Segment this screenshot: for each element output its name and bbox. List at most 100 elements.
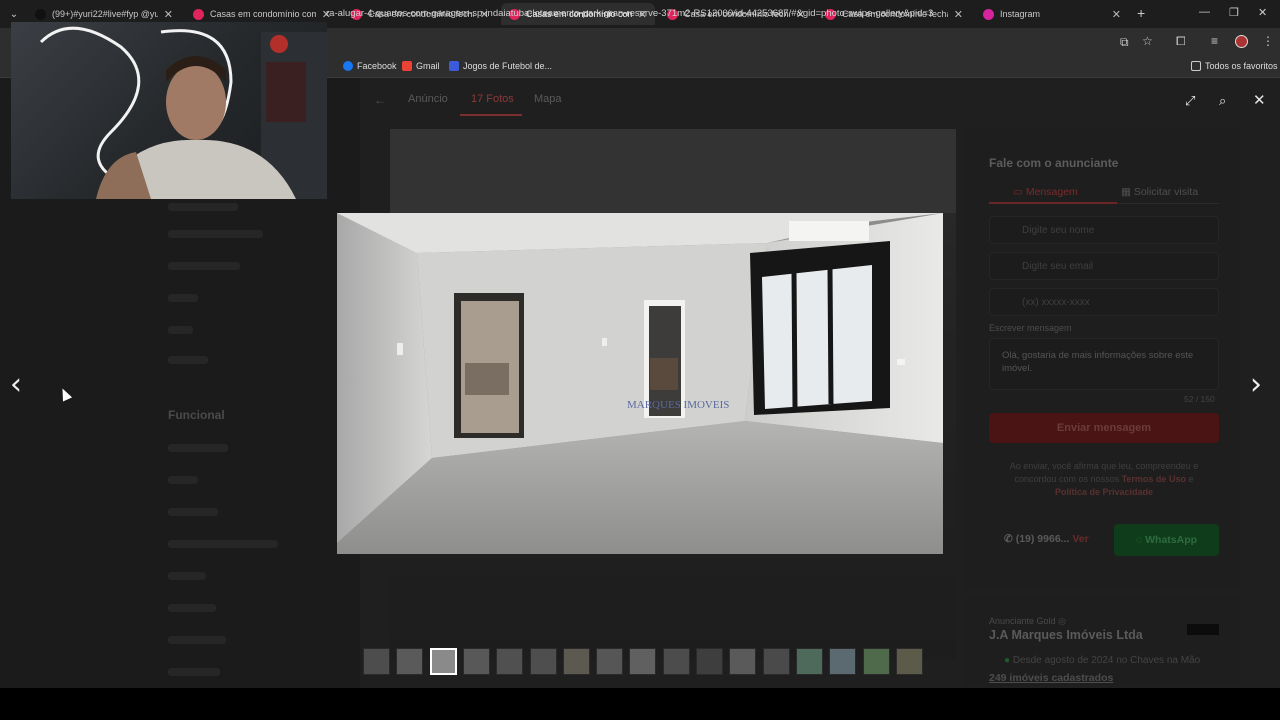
tab-solicitar-visita[interactable]: ▦ Solicitar visita bbox=[1121, 186, 1198, 198]
sidebar-row bbox=[168, 508, 218, 516]
advertiser-logo bbox=[1187, 624, 1219, 635]
char-counter: 52 / 150 bbox=[1184, 394, 1215, 404]
back-arrow-icon[interactable]: ← bbox=[374, 93, 386, 107]
gallery-thumbnail[interactable] bbox=[396, 648, 424, 675]
sidebar-row bbox=[168, 668, 220, 676]
privacy-link[interactable]: Política de Privacidade bbox=[1055, 487, 1153, 497]
message-textarea[interactable]: Olá, gostaria de mais informações sobre … bbox=[989, 338, 1219, 390]
since-text: Desde agosto de 2024 no Chaves na Mão bbox=[1012, 655, 1201, 666]
terms-link[interactable]: Termos de Uso bbox=[1122, 474, 1186, 484]
gallery-thumbnail[interactable] bbox=[729, 648, 757, 675]
gallery-thumbnail[interactable] bbox=[662, 648, 690, 675]
sidebar-row bbox=[168, 604, 216, 612]
gallery-thumbnail[interactable] bbox=[529, 648, 557, 675]
gallery-thumbnail[interactable] bbox=[562, 648, 590, 675]
gallery-thumbnail[interactable] bbox=[696, 648, 723, 675]
gallery-thumbnail[interactable] bbox=[496, 648, 524, 675]
sidebar-row bbox=[168, 326, 193, 334]
verified-icon: ● bbox=[1004, 655, 1013, 666]
active-tab-underline bbox=[460, 114, 522, 116]
tab-mensagem[interactable]: ▭ Mensagem bbox=[1013, 186, 1078, 198]
close-gallery-icon[interactable]: ✕ bbox=[1253, 91, 1266, 109]
phone-reveal[interactable]: ✆ (19) 9966... Ver bbox=[1004, 533, 1089, 545]
restore-icon[interactable]: ❐ bbox=[1229, 6, 1239, 19]
bookmark-site-icon bbox=[449, 61, 459, 71]
name-field[interactable]: Digite seu nome bbox=[989, 216, 1219, 244]
sidebar-row bbox=[168, 444, 228, 452]
bookmark-label: Facebook bbox=[357, 61, 397, 71]
tab-anuncio[interactable]: Anúncio bbox=[408, 93, 448, 105]
sidebar-row bbox=[168, 262, 240, 270]
new-tab-button[interactable]: + bbox=[1137, 5, 1145, 21]
next-photo-chevron-right-icon[interactable]: › bbox=[1250, 370, 1262, 400]
bookmark-star-icon[interactable]: ☆ bbox=[1142, 34, 1153, 48]
sidebar-row bbox=[168, 294, 198, 302]
all-bookmarks-label: Todos os favoritos bbox=[1205, 61, 1278, 71]
email-field[interactable]: Digite seu email bbox=[989, 252, 1219, 280]
tab-close-icon[interactable]: ✕ bbox=[164, 8, 173, 21]
profile-avatar[interactable] bbox=[1235, 35, 1248, 48]
install-icon[interactable]: ⧉ bbox=[1120, 35, 1129, 50]
message-icon: ▭ bbox=[1013, 186, 1026, 198]
sidebar-row bbox=[168, 636, 226, 644]
bookmark-jogos[interactable]: Jogos de Futebol de... bbox=[449, 61, 552, 71]
phone-reveal-link[interactable]: Ver bbox=[1072, 533, 1088, 545]
tab-close-icon[interactable]: ✕ bbox=[954, 8, 963, 21]
tab-visit-label: Solicitar visita bbox=[1133, 186, 1199, 198]
gallery-photo[interactable]: MARQUES IMOVEIS bbox=[337, 213, 943, 554]
phone-field[interactable]: (xx) xxxxx-xxxx bbox=[989, 288, 1219, 316]
minimize-icon[interactable]: — bbox=[1199, 6, 1210, 18]
gallery-thumbnail[interactable] bbox=[596, 648, 624, 675]
zoom-icon[interactable]: ⌕ bbox=[1219, 93, 1226, 109]
tab-favicon-icon bbox=[35, 8, 46, 20]
browser-tab[interactable]: Instagram ✕ bbox=[975, 3, 1129, 25]
all-bookmarks[interactable]: Todos os favoritos bbox=[1191, 61, 1278, 71]
gmail-icon bbox=[402, 61, 412, 71]
extensions-icon[interactable]: ⧠ bbox=[1176, 34, 1186, 49]
sidebar-row bbox=[168, 203, 238, 211]
whatsapp-label: WhatsApp bbox=[1145, 534, 1198, 546]
close-window-icon[interactable]: ✕ bbox=[1258, 6, 1267, 19]
terms-disclaimer: Ao enviar, você afirma que leu, compreen… bbox=[1004, 460, 1204, 499]
gallery-thumbnail[interactable] bbox=[629, 648, 657, 675]
tab-label: Casas em condomínio com pis bbox=[210, 9, 316, 19]
message-label: Escrever mensagem bbox=[989, 323, 1072, 333]
gallery-thumbnail[interactable] bbox=[462, 648, 490, 675]
tab-label: Instagram bbox=[1000, 9, 1041, 19]
gallery-thumbnail[interactable] bbox=[795, 648, 823, 675]
bookmark-gmail[interactable]: Gmail bbox=[402, 61, 440, 71]
gallery-thumbnail[interactable] bbox=[895, 648, 923, 675]
tab-mensagem-label: Mensagem bbox=[1025, 186, 1078, 198]
tab-mapa[interactable]: Mapa bbox=[534, 93, 562, 105]
bookmark-label: Gmail bbox=[416, 61, 440, 71]
badge-label: Anunciante Gold bbox=[989, 616, 1056, 626]
menu-kebab-icon[interactable]: ⋮ bbox=[1262, 34, 1274, 48]
advertiser-name[interactable]: J.A Marques Imóveis Ltda bbox=[989, 628, 1143, 642]
previous-photo-chevron-left-icon[interactable]: ‹ bbox=[10, 370, 22, 400]
gallery-thumbnail[interactable] bbox=[762, 648, 790, 675]
gallery-thumbnail[interactable] bbox=[429, 648, 457, 675]
gold-badge-icon: ◎ bbox=[1058, 616, 1066, 626]
advertiser-badge: Anunciante Gold ◎ bbox=[989, 616, 1066, 627]
gallery-thumbnail[interactable] bbox=[862, 648, 890, 675]
tab-fotos[interactable]: 17 Fotos bbox=[471, 93, 514, 105]
media-icon[interactable]: ≡ bbox=[1211, 34, 1218, 48]
gallery-thumbnail[interactable] bbox=[363, 648, 390, 675]
sidebar-row bbox=[168, 230, 263, 238]
facebook-icon bbox=[343, 61, 353, 71]
sidebar-row bbox=[168, 476, 198, 484]
address-bar[interactable]: ra-alugar-4-quartos-com-garagem-sp-indai… bbox=[326, 8, 933, 19]
bookmark-facebook[interactable]: Facebook bbox=[343, 61, 397, 71]
gallery-thumbnail[interactable] bbox=[829, 648, 857, 675]
tab-favicon-icon bbox=[193, 8, 204, 20]
webcam-overlay bbox=[11, 22, 327, 199]
whatsapp-button[interactable]: ◌ WhatsApp bbox=[1114, 524, 1219, 556]
tab-close-icon[interactable]: ✕ bbox=[1112, 8, 1121, 21]
tab-favicon-icon bbox=[983, 8, 994, 20]
calendar-icon: ▦ bbox=[1121, 186, 1134, 198]
advertiser-listings-link[interactable]: 249 imóveis cadastrados bbox=[989, 672, 1113, 684]
send-message-button[interactable]: Enviar mensagem bbox=[989, 413, 1219, 443]
gallery-backdrop-top bbox=[390, 129, 956, 213]
taskbar-area bbox=[0, 688, 1280, 720]
fullscreen-icon[interactable]: ⤢ bbox=[1185, 93, 1195, 109]
